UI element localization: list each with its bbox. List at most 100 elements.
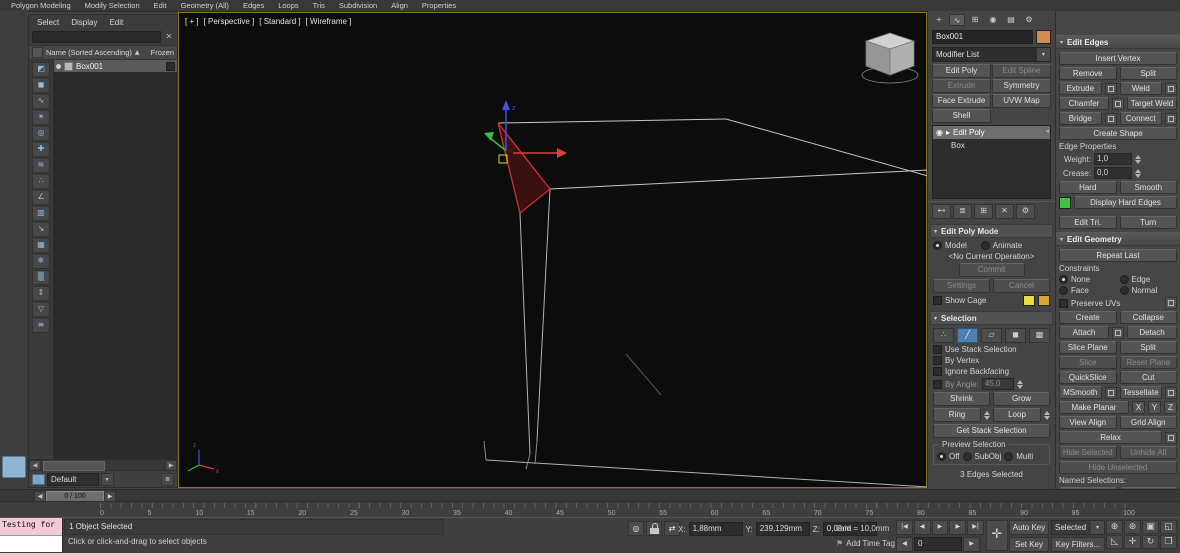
grow-button[interactable]: Grow [993, 392, 1050, 406]
chamfer-button[interactable]: Chamfer [1059, 97, 1109, 110]
slice-button[interactable]: Slice [1059, 356, 1117, 369]
preview-subobj-radio[interactable] [963, 452, 972, 461]
wireframe-box[interactable] [484, 119, 928, 487]
scene-explorer-menu-item[interactable]: Display [71, 18, 97, 27]
clear-search-icon[interactable]: ✕ [164, 32, 174, 42]
active-layer-dropdown[interactable]: Default [47, 473, 99, 486]
bridge-settings-icon[interactable] [1105, 113, 1117, 125]
by-vertex-checkbox[interactable] [933, 356, 942, 365]
by-angle-checkbox[interactable] [933, 380, 942, 389]
display-hidden-icon[interactable]: ▒ [32, 270, 50, 285]
model-radio[interactable] [933, 241, 942, 250]
dropdown-arrow-icon[interactable]: ▾ [1091, 521, 1104, 534]
edit-tri-button[interactable]: Edit Tri. [1059, 216, 1117, 229]
attach-button[interactable]: Attach [1059, 326, 1109, 339]
settings-button[interactable]: Settings [933, 279, 990, 293]
menubar-item[interactable]: Align [384, 1, 415, 10]
viewport[interactable]: [ + ][ Perspective ][ Standard ][ Wirefr… [178, 12, 927, 488]
layer-dropdown-arrow-icon[interactable]: ▾ [101, 473, 114, 486]
msmooth-settings-icon[interactable] [1105, 387, 1117, 399]
menubar-item[interactable]: Edit [147, 1, 174, 10]
modifier-set-button[interactable]: Symmetry [992, 79, 1051, 93]
chamfer-settings-icon[interactable] [1112, 98, 1124, 110]
maximize-viewport-icon[interactable]: ❒ [1160, 535, 1177, 549]
cut-button[interactable]: Cut [1120, 371, 1178, 384]
isolate-selection-icon[interactable]: ◎ [628, 521, 644, 536]
edge-mode-icon[interactable]: ╱ [957, 328, 978, 343]
viewport-label-segment[interactable]: [ + ] [185, 17, 199, 26]
scene-explorer-menu-item[interactable]: Edit [109, 18, 123, 27]
transform-gizmo[interactable]: z [484, 100, 567, 163]
target-weld-button[interactable]: Target Weld [1127, 97, 1177, 110]
y-coordinate-field[interactable]: 239,129mm [756, 522, 810, 536]
next-frame-button[interactable]: ▶ [949, 520, 966, 535]
make-planar-x-button[interactable]: X [1132, 401, 1145, 414]
animate-radio[interactable] [981, 241, 990, 250]
modifier-set-button[interactable]: Face Extrude [932, 94, 991, 108]
viewport-label-segment[interactable]: [ Standard ] [259, 17, 300, 26]
crease-field[interactable]: 0,0 [1094, 167, 1132, 179]
insert-vertex-button[interactable]: Insert Vertex [1059, 52, 1177, 65]
visibility-dot-icon[interactable] [56, 64, 61, 69]
detach-button[interactable]: Detach [1127, 326, 1177, 339]
scrollbar-thumb[interactable] [43, 461, 105, 471]
slice-plane-button[interactable]: Slice Plane [1059, 341, 1117, 354]
unhide-all-button[interactable]: Unhide All [1120, 446, 1178, 459]
shrink-button[interactable]: Shrink [933, 392, 990, 406]
make-planar-button[interactable]: Make Planar [1059, 401, 1129, 414]
make-planar-y-button[interactable]: Y [1148, 401, 1161, 414]
pin-stack-icon[interactable]: ⊷ [932, 204, 951, 219]
scroll-left-icon[interactable]: ◀ [29, 460, 41, 471]
rollout-selection[interactable]: ▾ Selection [930, 311, 1053, 325]
create-tab-icon[interactable]: + [931, 14, 947, 26]
zoom-icon[interactable]: ⊕ [1106, 520, 1123, 534]
menubar-item[interactable]: Geometry (All) [174, 1, 236, 10]
weld-settings-icon[interactable] [1165, 83, 1177, 95]
modifier-stack[interactable]: ◉ ▸ Edit Poly Box ◂ [932, 125, 1051, 199]
cage-selected-color-swatch[interactable] [1038, 295, 1050, 306]
display-particle-systems-icon[interactable]: ∴ [32, 174, 50, 189]
filter-icon[interactable]: ▽ [32, 302, 50, 317]
add-time-tag[interactable]: Add Time Tag [846, 539, 895, 548]
commit-button[interactable]: Commit [959, 263, 1025, 277]
quickslice-button[interactable]: QuickSlice [1059, 371, 1117, 384]
modifier-set-button[interactable]: Edit Spline [992, 64, 1051, 78]
open-scene-explorer-button[interactable] [2, 456, 26, 478]
tessellate-button[interactable]: Tessellate [1120, 386, 1163, 399]
extrude-button[interactable]: Extrude [1059, 82, 1102, 95]
display-tab-icon[interactable]: ▤ [1003, 14, 1019, 26]
set-key-button[interactable]: Set Key [1009, 537, 1049, 552]
zoom-region-icon[interactable]: ◱ [1160, 520, 1177, 534]
go-to-start-button[interactable]: |◀ [896, 520, 913, 535]
zoom-all-icon[interactable]: ⊛ [1124, 520, 1141, 534]
show-cage-checkbox[interactable] [933, 296, 942, 305]
viewport-label-segment[interactable]: [ Wireframe ] [306, 17, 352, 26]
make-planar-z-button[interactable]: Z [1164, 401, 1177, 414]
constraint-edge-radio[interactable] [1120, 275, 1129, 284]
scene-explorer-menu-item[interactable]: Select [37, 18, 59, 27]
menubar-item[interactable]: Loops [271, 1, 305, 10]
vertex-mode-icon[interactable]: ∴ [933, 328, 954, 343]
constraint-normal-radio[interactable] [1120, 286, 1129, 295]
horizontal-scrollbar[interactable]: ◀ ▶ [29, 459, 177, 470]
frozen-checkbox[interactable] [166, 62, 175, 71]
hierarchy-tab-icon[interactable]: ⊞ [967, 14, 983, 26]
use-stack-selection-checkbox[interactable] [933, 345, 942, 354]
scroll-right-icon[interactable]: ▶ [165, 460, 177, 471]
display-containers-icon[interactable]: ▥ [32, 206, 50, 221]
smooth-button[interactable]: Smooth [1120, 181, 1178, 194]
remove-modifier-icon[interactable]: ✕ [995, 204, 1014, 219]
get-stack-selection-button[interactable]: Get Stack Selection [933, 424, 1050, 438]
attach-settings-icon[interactable] [1112, 327, 1124, 339]
polygon-mode-icon[interactable]: ◼ [1005, 328, 1026, 343]
modifier-set-button[interactable]: Edit Poly [932, 64, 991, 78]
loop-button[interactable]: Loop [993, 408, 1041, 422]
border-mode-icon[interactable]: ▱ [981, 328, 1002, 343]
track-bar[interactable]: 0510152025303540455055606570758085909510… [0, 501, 1180, 518]
menubar-item[interactable]: Modify Selection [78, 1, 147, 10]
listener-line[interactable] [0, 535, 62, 552]
key-filters-button[interactable]: Key Filters... [1051, 537, 1105, 552]
macro-recorder-line[interactable]: Testing for [0, 518, 62, 535]
play-button[interactable]: ▶ [932, 520, 949, 535]
angle-spinner[interactable] [1017, 380, 1023, 389]
